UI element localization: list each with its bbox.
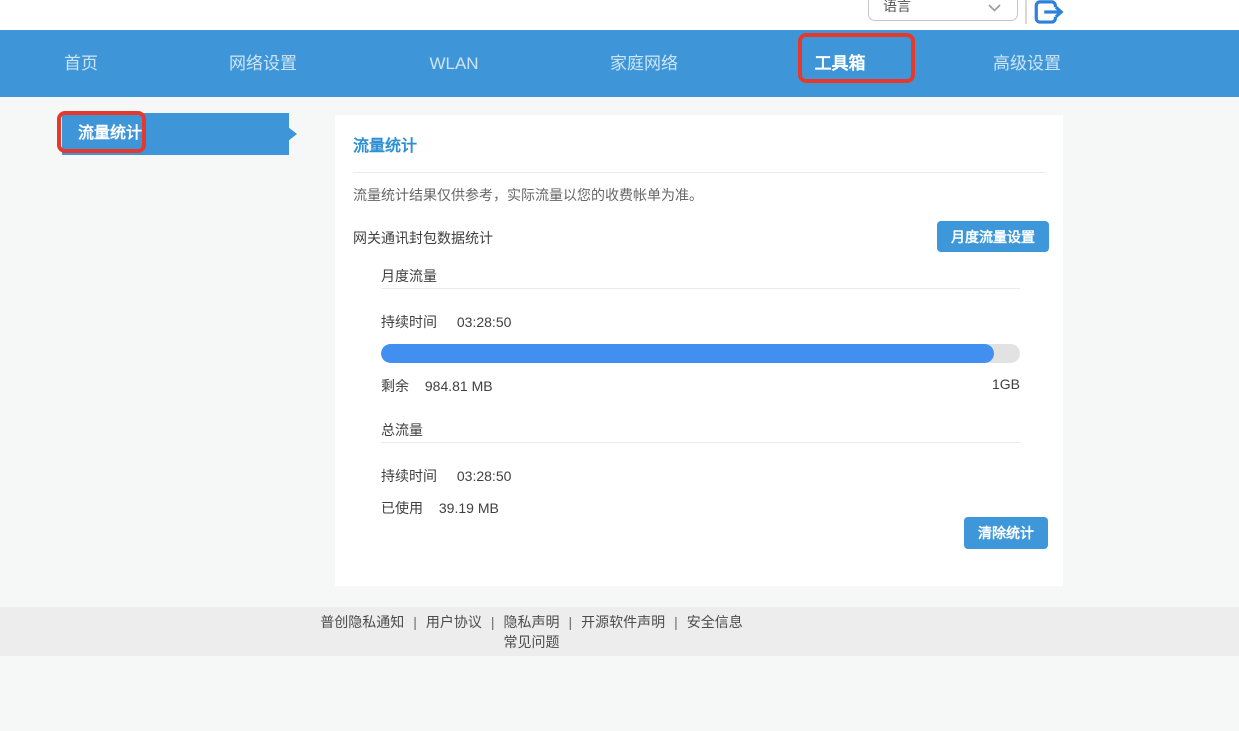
language-select-value: 语言 bbox=[883, 0, 911, 16]
page-title: 流量统计 bbox=[353, 132, 417, 156]
footer-link-faq[interactable]: 常见问题 bbox=[504, 634, 560, 650]
footer-separator: | bbox=[569, 614, 573, 630]
monthly-traffic-heading: 月度流量 bbox=[381, 266, 437, 286]
logout-button[interactable] bbox=[1032, 0, 1066, 27]
monthly-progress-fill bbox=[381, 344, 994, 363]
total-divider bbox=[381, 442, 1020, 443]
footer-link-privacy-notice[interactable]: 普创隐私通知 bbox=[320, 614, 404, 630]
clear-statistics-button[interactable]: 清除统计 bbox=[964, 517, 1048, 549]
monthly-quota-settings-button[interactable]: 月度流量设置 bbox=[937, 221, 1049, 252]
duration-value: 03:28:50 bbox=[457, 468, 512, 484]
footer-separator: | bbox=[413, 614, 417, 630]
router-admin-page: 语言 首页 网络设置 WLAN 家庭网络 工具箱 高级设置 流量统计 流量统计 bbox=[0, 0, 1239, 731]
total-duration-row: 持续时间 03:28:50 bbox=[381, 466, 511, 486]
remaining-value: 984.81 MB bbox=[425, 378, 493, 394]
duration-label: 持续时间 bbox=[381, 314, 437, 330]
chevron-down-icon bbox=[988, 4, 1001, 12]
total-traffic-heading: 总流量 bbox=[381, 420, 423, 440]
footer-links: 普创隐私通知 | 用户协议 | 隐私声明 | 开源软件声明 | 安全信息 常见问题 bbox=[0, 607, 1063, 652]
footer-link-user-agreement[interactable]: 用户协议 bbox=[426, 614, 482, 630]
monthly-duration-row: 持续时间 03:28:50 bbox=[381, 312, 511, 332]
footer-separator: | bbox=[491, 614, 495, 630]
total-used-row: 已使用 39.19 MB bbox=[381, 498, 499, 518]
duration-value: 03:28:50 bbox=[457, 314, 512, 330]
footer-link-open-source[interactable]: 开源软件声明 bbox=[581, 614, 665, 630]
footer-line-2: 常见问题 bbox=[0, 632, 1063, 652]
topbar-divider bbox=[1025, 0, 1027, 24]
remaining-group: 剩余 984.81 MB bbox=[381, 376, 493, 396]
used-label: 已使用 bbox=[381, 500, 423, 516]
sidebar-item-label: 流量统计 bbox=[78, 125, 142, 142]
nav-item-toolbox[interactable]: 工具箱 bbox=[815, 30, 866, 97]
monthly-remaining-row: 剩余 984.81 MB 1GB bbox=[381, 376, 1020, 396]
footer-separator: | bbox=[674, 614, 678, 630]
footer-link-security-info[interactable]: 安全信息 bbox=[687, 614, 743, 630]
traffic-stats-panel: 流量统计 流量统计结果仅供参考，实际流量以您的收费帐单为准。 网关通讯封包数据统… bbox=[335, 115, 1063, 586]
topbar: 语言 bbox=[0, 0, 1239, 30]
duration-label: 持续时间 bbox=[381, 468, 437, 484]
nav-item-home-network[interactable]: 家庭网络 bbox=[610, 30, 678, 97]
footer: 普创隐私通知 | 用户协议 | 隐私声明 | 开源软件声明 | 安全信息 常见问题 bbox=[0, 607, 1239, 656]
nav-item-advanced[interactable]: 高级设置 bbox=[993, 30, 1061, 97]
gateway-packet-stats-label: 网关通讯封包数据统计 bbox=[353, 228, 493, 248]
language-select[interactable]: 语言 bbox=[868, 0, 1018, 21]
logout-icon bbox=[1032, 0, 1066, 27]
disclaimer-text: 流量统计结果仅供参考，实际流量以您的收费帐单为准。 bbox=[353, 185, 703, 205]
title-divider bbox=[353, 172, 1045, 173]
main-nav: 首页 网络设置 WLAN 家庭网络 工具箱 高级设置 bbox=[0, 30, 1239, 97]
monthly-divider bbox=[381, 288, 1020, 289]
nav-item-wlan[interactable]: WLAN bbox=[429, 30, 478, 97]
footer-line-1: 普创隐私通知 | 用户协议 | 隐私声明 | 开源软件声明 | 安全信息 bbox=[0, 612, 1063, 632]
nav-item-home[interactable]: 首页 bbox=[64, 30, 98, 97]
nav-item-network[interactable]: 网络设置 bbox=[229, 30, 297, 97]
used-value: 39.19 MB bbox=[439, 500, 499, 516]
footer-link-privacy-statement[interactable]: 隐私声明 bbox=[504, 614, 560, 630]
quota-value: 1GB bbox=[992, 376, 1020, 396]
monthly-traffic-progressbar bbox=[381, 344, 1020, 363]
remaining-label: 剩余 bbox=[381, 378, 409, 394]
sidebar-item-traffic-stats[interactable]: 流量统计 bbox=[62, 113, 289, 155]
